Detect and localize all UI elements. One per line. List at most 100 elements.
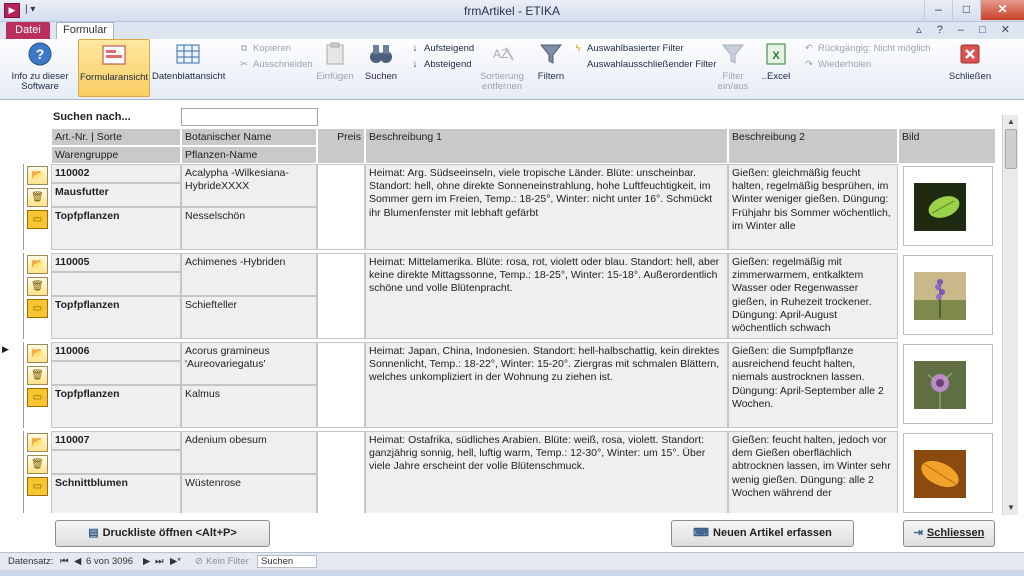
note-record-button[interactable]: ▭ (27, 299, 48, 318)
redo-button[interactable]: ↷ Wiederholen (803, 59, 871, 70)
open-record-button[interactable]: 📂 (27, 166, 48, 185)
sort-desc-button[interactable]: ↓ Absteigend (409, 59, 472, 70)
field-artnr[interactable]: 110002 (51, 164, 181, 183)
field-beschr1[interactable]: Heimat: Japan, China, Indonesien. Stando… (365, 342, 728, 428)
record-row[interactable]: ▶ 📂 🗑 ▭ 110006 Topfpflanzen Acorus grami… (2, 342, 995, 428)
field-beschr1[interactable]: Heimat: Ostafrika, südliches Arabien. Bl… (365, 431, 728, 513)
copy-label: Kopieren (253, 43, 292, 54)
tab-formular[interactable]: Formular (56, 22, 114, 39)
field-beschr2[interactable]: Gießen: feucht halten, jedoch vor dem Gi… (728, 431, 898, 513)
ribbon-window-controls[interactable]: ▵ ? – □ ✕ (916, 23, 1016, 36)
delete-record-button[interactable]: 🗑 (27, 366, 48, 385)
paste-button[interactable]: Einfügen (314, 39, 356, 97)
field-beschr2[interactable]: Gießen: regelmäßig mit zimmerwarmem, ent… (728, 253, 898, 339)
delete-record-button[interactable]: 🗑 (27, 455, 48, 474)
toggle-filter-label: Filter ein/aus (717, 71, 749, 92)
field-artnr[interactable]: 110007 (51, 431, 181, 450)
record-position[interactable]: 6 von 3096 (86, 556, 133, 567)
field-beschr2[interactable]: Gießen: gleichmäßig feucht halten, regel… (728, 164, 898, 250)
field-preis[interactable] (317, 342, 365, 428)
scroll-up-icon[interactable]: ▲ (1003, 115, 1019, 129)
field-pfl-name[interactable]: Nesselschön (181, 207, 317, 250)
header-artnr-sorte: Art.-Nr. | Sorte (51, 128, 181, 146)
prev-record-icon[interactable]: ◀ (74, 556, 81, 567)
ribbon-close-button[interactable]: Schließen (948, 39, 992, 97)
field-sorte[interactable] (51, 450, 181, 474)
scroll-down-icon[interactable]: ▼ (1003, 501, 1019, 515)
open-record-button[interactable]: 📂 (27, 433, 48, 452)
find-button[interactable]: Suchen (361, 39, 401, 97)
form-close-button[interactable]: ⇥ Schliessen (903, 520, 995, 547)
field-beschr2[interactable]: Gießen: die Sumpfpflanze ausreichend feu… (728, 342, 898, 428)
note-icon: ▭ (32, 303, 43, 314)
close-window-button[interactable]: ✕ (980, 0, 1024, 20)
field-pfl-name[interactable]: Kalmus (181, 385, 317, 428)
nav-search-box[interactable]: Suchen (257, 555, 317, 568)
field-warengruppe[interactable]: Schnittblumen (51, 474, 181, 513)
selection-filter-button[interactable]: ϟ Auswahlbasierter Filter (572, 43, 684, 54)
field-bot-name[interactable]: Achimenes -Hybriden (181, 253, 317, 296)
toggle-filter-button[interactable]: Filter ein/aus (714, 39, 752, 97)
copy-button[interactable]: ⧉ Kopieren (238, 43, 291, 54)
print-list-button[interactable]: ▤ Druckliste öffnen <Alt+P> (55, 520, 270, 547)
new-record-nav-icon[interactable]: ▶* (170, 556, 181, 567)
note-record-button[interactable]: ▭ (27, 388, 48, 407)
record-row[interactable]: 📂 🗑 ▭ 110007 Schnittblumen Adenium obesu… (8, 431, 995, 513)
cut-button[interactable]: ✂ Ausschneiden (238, 59, 313, 70)
maximize-button[interactable]: □ (952, 0, 980, 20)
field-beschr1[interactable]: Heimat: Mittelamerika. Blüte: rosa, rot,… (365, 253, 728, 339)
last-record-icon[interactable]: ⏭ (155, 556, 164, 567)
note-record-button[interactable]: ▭ (27, 477, 48, 496)
record-selector[interactable] (8, 431, 24, 513)
field-sorte[interactable]: Mausfutter (51, 183, 181, 207)
note-record-button[interactable]: ▭ (27, 210, 48, 229)
info-button[interactable]: ? Info zu dieser Software (6, 39, 74, 97)
field-beschr1[interactable]: Heimat: Arg. Südseeinseln, viele tropisc… (365, 164, 728, 250)
formview-button[interactable]: Formularansicht (78, 39, 150, 97)
vertical-scrollbar[interactable]: ▲ ▼ (1002, 115, 1018, 515)
field-pfl-name[interactable]: Schiefteller (181, 296, 317, 339)
delete-record-button[interactable]: 🗑 (27, 188, 48, 207)
search-input[interactable] (181, 108, 318, 126)
field-bot-name[interactable]: Adenium obesum (181, 431, 317, 474)
undo-button[interactable]: ↶ Rückgängig: Nicht möglich (803, 43, 930, 54)
minimize-button[interactable]: – (924, 0, 952, 20)
datasheet-button[interactable]: Datenblattansicht (152, 39, 225, 97)
filter-button[interactable]: Filtern (533, 39, 569, 97)
first-record-icon[interactable]: ⏮ (60, 556, 69, 567)
field-warengruppe[interactable]: Topfpflanzen (51, 385, 181, 428)
scroll-thumb[interactable] (1005, 129, 1017, 169)
field-preis[interactable] (317, 431, 365, 513)
record-row[interactable]: 📂 🗑 ▭ 110002 Mausfutter Topfpflanzen Aca… (8, 164, 995, 250)
record-row[interactable]: 📂 🗑 ▭ 110005 Topfpflanzen Achimenes -Hyb… (8, 253, 995, 339)
field-artnr[interactable]: 110006 (51, 342, 181, 361)
field-preis[interactable] (317, 164, 365, 250)
sort-asc-button[interactable]: ↓ Aufsteigend (409, 43, 475, 54)
field-bot-name[interactable]: Acorus gramineus 'Aureovariegatus' (181, 342, 317, 385)
field-preis[interactable] (317, 253, 365, 339)
field-sorte[interactable] (51, 272, 181, 296)
filter-status[interactable]: Kein Filter (206, 556, 249, 567)
field-warengruppe[interactable]: Topfpflanzen (51, 207, 181, 250)
field-bot-name[interactable]: Acalypha -Wilkesiana-HybrideXXXX (181, 164, 317, 207)
new-article-label: Neuen Artikel erfassen (713, 527, 832, 539)
open-record-button[interactable]: 📂 (27, 344, 48, 363)
field-artnr[interactable]: 110005 (51, 253, 181, 272)
record-selector[interactable] (8, 253, 24, 339)
selection-filter-label: Auswahlbasierter Filter (587, 43, 684, 54)
excel-export-button[interactable]: X ..Excel (757, 39, 795, 97)
exclude-filter-button[interactable]: Auswahlausschließender Filter (572, 59, 716, 70)
field-pfl-name[interactable]: Wüstenrose (181, 474, 317, 513)
field-sorte[interactable] (51, 361, 181, 385)
remove-sort-button[interactable]: AZ Sortierung entfernen (476, 39, 528, 97)
next-record-icon[interactable]: ▶ (143, 556, 150, 567)
open-record-button[interactable]: 📂 (27, 255, 48, 274)
record-selector[interactable] (8, 164, 24, 250)
field-warengruppe[interactable]: Topfpflanzen (51, 296, 181, 339)
search-label: Suchen nach... (53, 111, 131, 123)
new-article-button[interactable]: ⌨ Neuen Artikel erfassen (671, 520, 854, 547)
record-selector[interactable]: ▶ (2, 342, 24, 428)
delete-record-button[interactable]: 🗑 (27, 277, 48, 296)
excel-icon: X (766, 43, 786, 65)
tab-file[interactable]: Datei (6, 22, 50, 39)
